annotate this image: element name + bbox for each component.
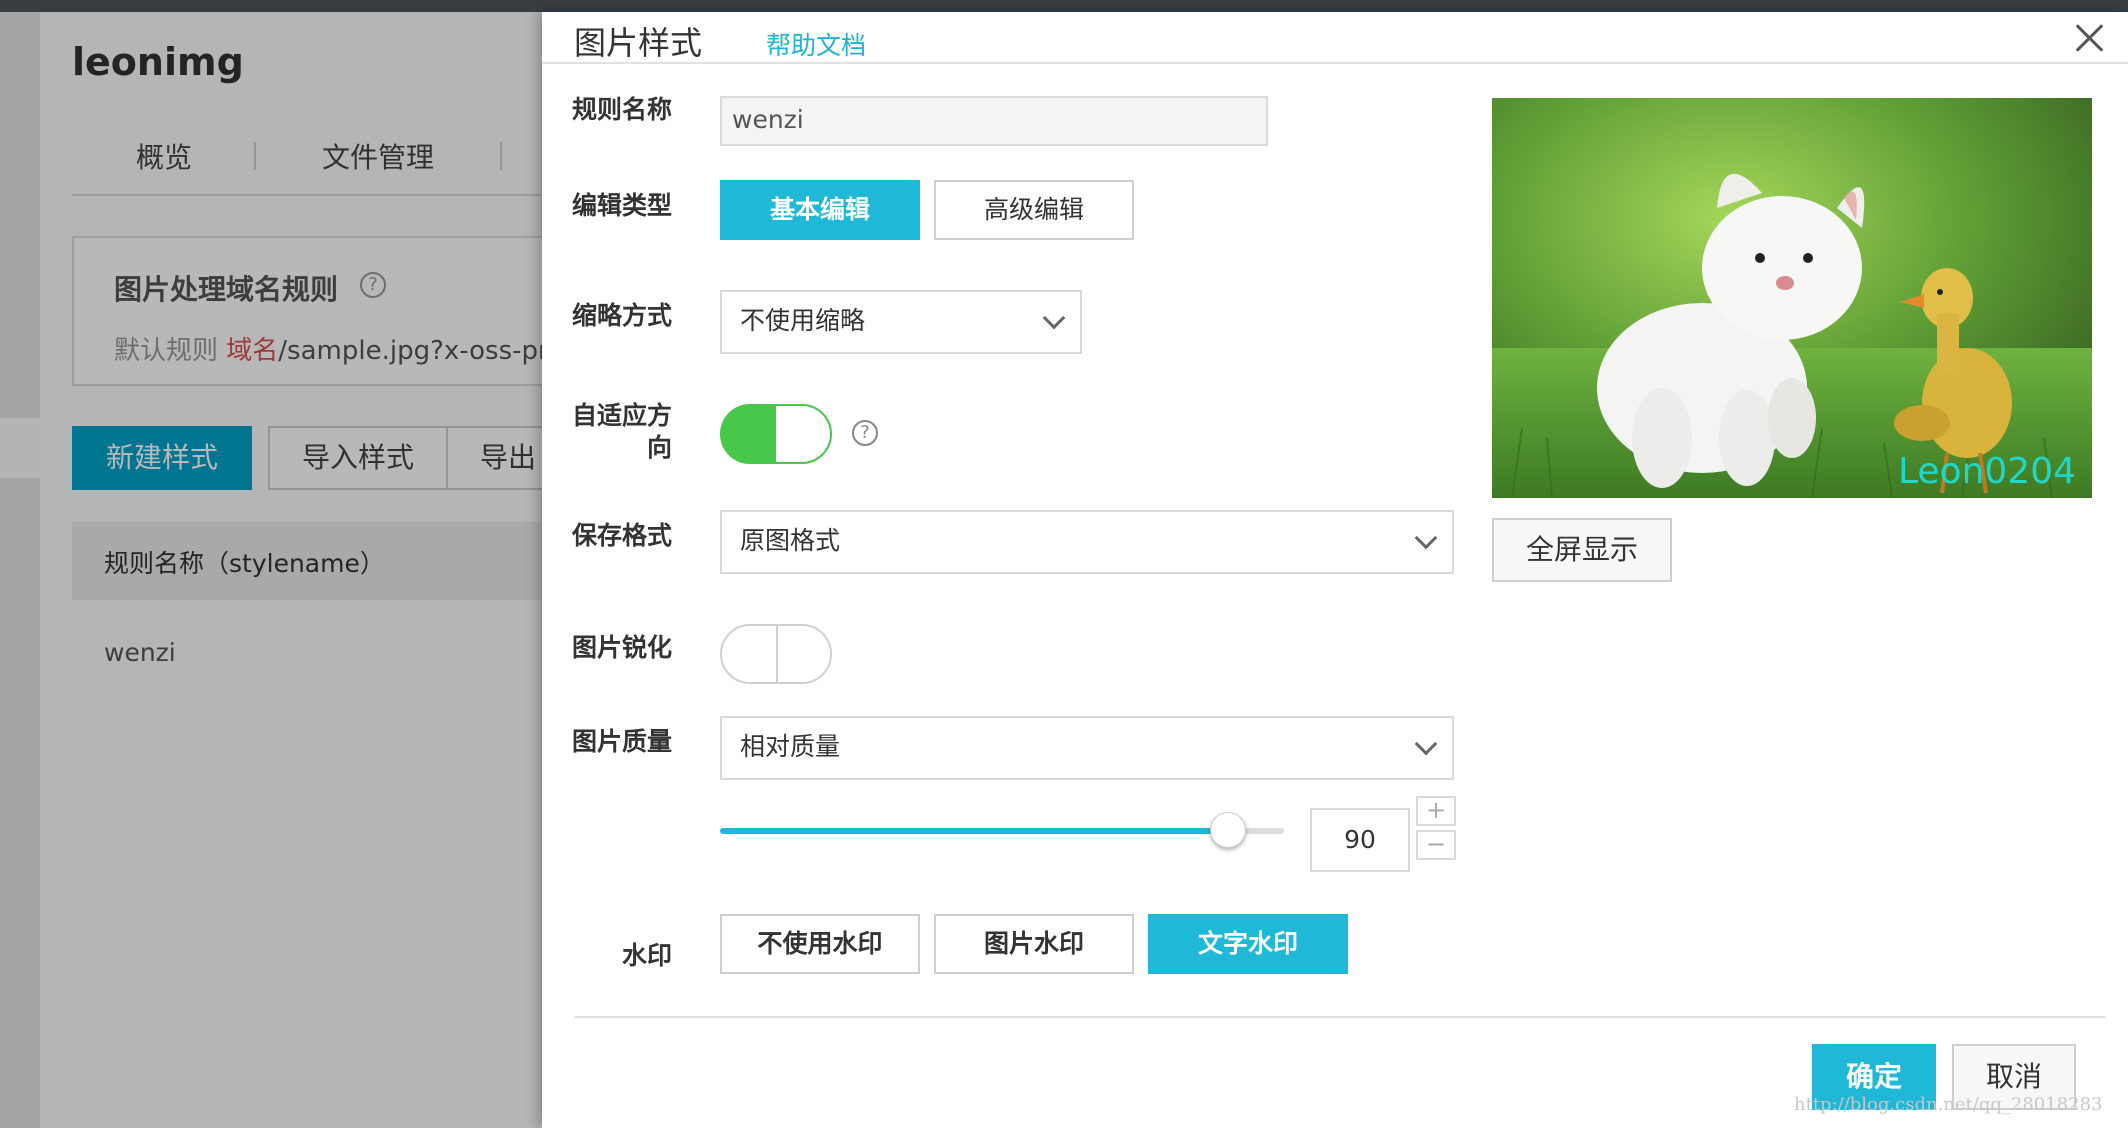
top-bar	[0, 0, 2128, 12]
help-icon[interactable]: ?	[852, 420, 878, 446]
stepper-increment-button[interactable]: +	[1416, 796, 1456, 826]
thumbnail-label: 缩略方式	[571, 301, 672, 330]
auto-orient-label-line1: 自适应方	[571, 401, 672, 430]
quality-input[interactable]: 90	[1310, 808, 1410, 872]
chevron-down-icon	[1414, 732, 1438, 756]
image-style-dialog: 图片样式 帮助文档 规则名称 wenzi 编辑类型 基本编辑 高级编辑 缩略方式…	[542, 12, 2128, 1128]
csdn-watermark: http://blog.csdn.net/qq_28018283	[1794, 1094, 2103, 1115]
dialog-header-divider	[542, 62, 2128, 64]
thumbnail-select-value: 不使用缩略	[740, 306, 866, 335]
thumbnail-select[interactable]: 不使用缩略	[720, 290, 1082, 354]
quality-slider-handle[interactable]	[1209, 812, 1246, 848]
save-format-select-value: 原图格式	[740, 526, 841, 555]
sharpen-toggle[interactable]	[720, 624, 832, 684]
modal-overlay[interactable]	[0, 12, 542, 1128]
quality-slider-fill	[720, 828, 1228, 834]
dialog-footer-divider	[574, 1016, 2106, 1018]
stepper-decrement-button[interactable]: −	[1416, 830, 1456, 860]
auto-orient-label-line2: 向	[646, 433, 672, 462]
fullscreen-button[interactable]: 全屏显示	[1492, 518, 1672, 582]
rule-name-field[interactable]: wenzi	[720, 96, 1268, 146]
close-icon[interactable]	[2072, 20, 2108, 56]
save-format-label: 保存格式	[571, 521, 672, 550]
toggle-knob	[776, 626, 830, 682]
save-format-select[interactable]: 原图格式	[720, 510, 1454, 574]
chevron-down-icon	[1042, 306, 1066, 330]
edit-type-advanced-button[interactable]: 高级编辑	[934, 180, 1134, 240]
quality-label: 图片质量	[571, 727, 672, 756]
watermark-label: 水印	[621, 941, 672, 970]
preview-watermark-text: Leon0204	[1897, 451, 2076, 492]
quality-select[interactable]: 相对质量	[720, 716, 1454, 780]
preview-image: Leon0204	[1492, 98, 2092, 498]
watermark-text-button[interactable]: 文字水印	[1148, 914, 1348, 974]
auto-orient-toggle[interactable]	[720, 404, 832, 464]
watermark-image-button[interactable]: 图片水印	[934, 914, 1134, 974]
rule-name-label: 规则名称	[571, 95, 672, 124]
sharpen-label: 图片锐化	[571, 633, 672, 662]
watermark-none-button[interactable]: 不使用水印	[720, 914, 920, 974]
auto-orient-label: 自适应方 向	[542, 400, 672, 464]
puppy-duckling-image	[1492, 98, 2092, 498]
edit-type-basic-button[interactable]: 基本编辑	[720, 180, 920, 240]
help-doc-link[interactable]: 帮助文档	[766, 26, 866, 62]
quality-select-value: 相对质量	[740, 732, 841, 761]
toggle-knob	[776, 406, 830, 462]
dialog-title: 图片样式	[574, 24, 703, 62]
chevron-down-icon	[1414, 526, 1438, 550]
edit-type-label: 编辑类型	[571, 191, 672, 220]
quality-slider[interactable]	[720, 812, 1284, 848]
